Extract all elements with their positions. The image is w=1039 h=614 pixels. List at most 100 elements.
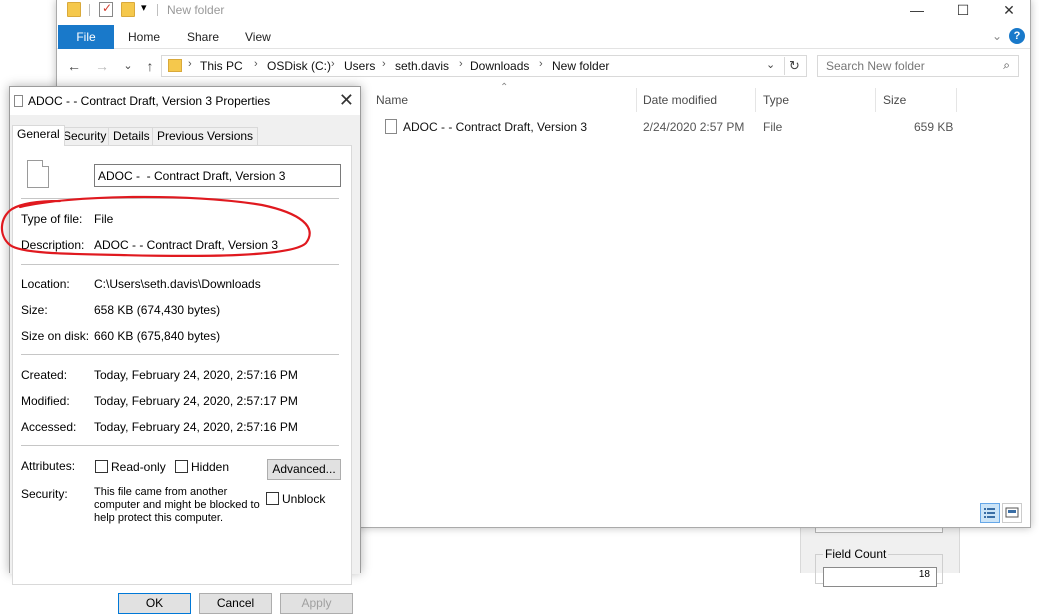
properties-body: General Security Details Previous Versio… — [10, 115, 360, 614]
window-title: New folder — [167, 3, 225, 17]
description-label: Description: — [21, 238, 85, 252]
ok-button[interactable]: OK — [118, 593, 191, 614]
breadcrumb-separator: › — [382, 58, 386, 70]
security-label: Security: — [21, 487, 68, 501]
attributes-label: Attributes: — [21, 459, 76, 473]
security-message: This file came from another computer and… — [94, 486, 260, 524]
divider — [21, 264, 339, 265]
size-on-disk-value: 660 KB (675,840 bytes) — [94, 329, 221, 343]
unblock-checkbox[interactable] — [266, 492, 279, 505]
file-name-field[interactable] — [94, 164, 341, 187]
address-dropdown-icon[interactable]: ⌄ — [766, 58, 775, 71]
back-arrow-icon[interactable]: ← — [65, 57, 83, 75]
field-count-label: Field Count — [823, 547, 889, 561]
unblock-label[interactable]: Unblock — [282, 492, 325, 506]
divider — [21, 198, 339, 199]
breadcrumb-osdisk[interactable]: OSDisk (C:) — [267, 59, 331, 73]
accessed-label: Accessed: — [21, 420, 77, 434]
breadcrumb-separator: › — [539, 58, 543, 70]
type-of-file-label: Type of file: — [21, 212, 83, 226]
toolbar-separator — [157, 4, 158, 16]
breadcrumb-users[interactable]: Users — [344, 59, 375, 73]
recent-locations-icon[interactable]: ⌄ — [119, 57, 137, 75]
advanced-button[interactable]: Advanced... — [267, 459, 341, 480]
details-view-icon[interactable] — [980, 503, 1000, 523]
column-header-type[interactable]: Type — [757, 88, 876, 112]
navigation-bar: ← → ⌄ ↑ › This PC › OSDisk (C:) › Users … — [57, 52, 1030, 82]
breadcrumb-seth-davis[interactable]: seth.davis — [395, 59, 449, 73]
column-headers: ⌃ Name Date modified Type Size — [362, 82, 962, 112]
divider — [21, 445, 339, 446]
forward-arrow-icon[interactable]: → — [93, 57, 111, 75]
created-value: Today, February 24, 2020, 2:57:16 PM — [94, 368, 298, 382]
minimize-button[interactable]: — — [894, 0, 940, 22]
general-tab-page: Type of file: File Description: ADOC - -… — [12, 145, 352, 585]
expand-ribbon-icon[interactable]: ⌄ — [992, 29, 1002, 43]
toolbar-separator — [89, 4, 90, 16]
read-only-checkbox[interactable] — [95, 460, 108, 473]
ribbon: File Home Share View ⌄ ? — [57, 25, 1030, 49]
type-of-file-value: File — [94, 212, 114, 226]
close-button[interactable]: ✕ — [986, 0, 1032, 22]
tab-home[interactable]: Home — [128, 25, 160, 49]
tab-security[interactable]: Security — [58, 127, 112, 145]
address-bar[interactable]: › This PC › OSDisk (C:) › Users › seth.d… — [161, 55, 807, 77]
column-header-date-modified[interactable]: Date modified — [637, 88, 756, 112]
size-label: Size: — [21, 303, 48, 317]
file-name: ADOC - - Contract Draft, Version 3 — [403, 120, 588, 134]
breadcrumb-separator: › — [188, 58, 192, 70]
modified-value: Today, February 24, 2020, 2:57:17 PM — [94, 394, 298, 408]
up-arrow-icon[interactable]: ↑ — [141, 57, 159, 75]
view-toggle — [980, 503, 1024, 523]
tab-previous-versions[interactable]: Previous Versions — [152, 127, 259, 145]
tab-view[interactable]: View — [245, 25, 271, 49]
size-on-disk-label: Size on disk: — [21, 329, 90, 343]
file-type: File — [763, 120, 783, 134]
breadcrumb-this-pc[interactable]: This PC — [200, 59, 243, 73]
search-placeholder: Search New folder — [826, 59, 925, 73]
field-count-value: 18 — [918, 569, 930, 580]
folder-icon — [67, 2, 81, 17]
properties-icon[interactable] — [99, 1, 113, 17]
help-icon[interactable]: ? — [1009, 28, 1025, 44]
description-value: ADOC - - Contract Draft, Version 3 — [94, 238, 279, 252]
tab-details[interactable]: Details — [108, 127, 155, 145]
tab-file[interactable]: File — [58, 25, 114, 49]
divider — [21, 354, 339, 355]
modified-label: Modified: — [21, 394, 70, 408]
field-count-input[interactable]: 18 — [823, 567, 937, 587]
breadcrumb-new-folder[interactable]: New folder — [552, 59, 609, 73]
close-icon[interactable]: ✕ — [339, 90, 354, 110]
cancel-button[interactable]: Cancel — [199, 593, 272, 614]
read-only-label[interactable]: Read-only — [111, 460, 166, 474]
accessed-value: Today, February 24, 2020, 2:57:16 PM — [94, 420, 298, 434]
file-date-modified: 2/24/2020 2:57 PM — [643, 120, 745, 134]
location-value: C:\Users\seth.davis\Downloads — [94, 277, 261, 291]
apply-button[interactable]: Apply — [280, 593, 353, 614]
breadcrumb-separator: › — [459, 58, 463, 70]
background-window: Field Count 18 — [800, 527, 960, 587]
maximize-button[interactable]: ☐ — [940, 0, 986, 22]
file-icon — [385, 119, 397, 134]
created-label: Created: — [21, 368, 68, 382]
refresh-icon[interactable]: ↻ — [784, 57, 804, 75]
breadcrumb-separator: › — [254, 58, 258, 70]
breadcrumb-separator: › — [331, 58, 335, 70]
properties-titlebar: ADOC - - Contract Draft, Version 3 Prope… — [10, 87, 360, 115]
file-icon — [27, 160, 49, 188]
search-input[interactable]: Search New folder ⌕ — [817, 55, 1019, 77]
hidden-label[interactable]: Hidden — [191, 460, 229, 474]
tab-share[interactable]: Share — [187, 25, 219, 49]
large-icons-view-icon[interactable] — [1002, 503, 1022, 523]
folder-icon — [168, 59, 182, 72]
search-icon: ⌕ — [1003, 58, 1010, 72]
column-header-name[interactable]: Name — [370, 88, 637, 112]
hidden-checkbox[interactable] — [175, 460, 188, 473]
column-header-size[interactable]: Size — [877, 88, 957, 112]
new-folder-icon[interactable] — [121, 2, 135, 17]
file-row[interactable]: ADOC - - Contract Draft, Version 3 2/24/… — [377, 117, 977, 139]
customize-quick-access-icon[interactable]: ▾ — [141, 1, 147, 14]
explorer-titlebar: ▾ New folder — ☐ ✕ — [57, 0, 1030, 22]
breadcrumb-downloads[interactable]: Downloads — [470, 59, 529, 73]
tab-general[interactable]: General — [12, 125, 65, 146]
